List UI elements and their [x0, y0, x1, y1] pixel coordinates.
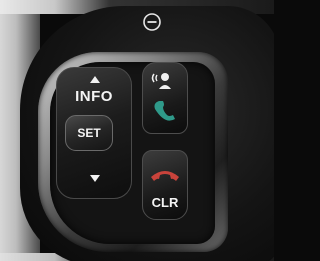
set-button[interactable]: SET: [65, 115, 113, 151]
hangup-clear-button[interactable]: CLR: [142, 150, 188, 220]
clr-label: CLR: [151, 195, 179, 210]
info-label: INFO: [75, 88, 113, 105]
minus-circle-icon[interactable]: [142, 12, 162, 32]
info-set-cluster[interactable]: INFO SET: [56, 67, 132, 199]
arrow-up-icon[interactable]: [90, 76, 100, 83]
phone-controls: CLR: [140, 62, 190, 222]
phone-hangup-icon: [151, 171, 179, 181]
voice-command-icon: [151, 73, 171, 89]
voice-answer-button[interactable]: [142, 62, 188, 134]
set-label: SET: [77, 126, 101, 140]
steering-wheel-photo: INFO SET CLR: [0, 0, 274, 261]
phone-answer-icon: [154, 101, 175, 121]
arrow-down-icon[interactable]: [90, 175, 100, 182]
